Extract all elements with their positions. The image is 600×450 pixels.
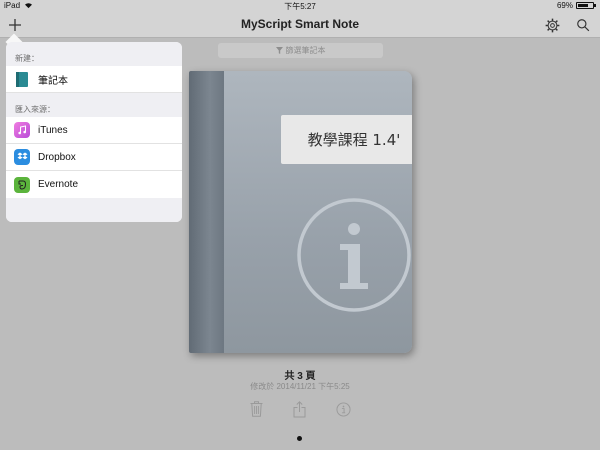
- battery-fill: [578, 4, 588, 7]
- page-indicator-dot: [297, 436, 302, 441]
- import-evernote-label: Evernote: [38, 179, 79, 190]
- notebook-icon: [14, 71, 30, 87]
- import-itunes-label: iTunes: [38, 124, 68, 136]
- status-bar: iPad 下午5:27 69%: [0, 0, 600, 12]
- status-right: 69%: [556, 1, 596, 10]
- delete-button[interactable]: [247, 400, 265, 418]
- info-icon: [297, 198, 411, 312]
- share-icon: [293, 400, 305, 417]
- notebook-spine: [189, 71, 224, 353]
- add-popover: 新建： 筆記本 匯入來源： iTunes Dropbox Evernote: [6, 42, 182, 222]
- new-notebook-label: 筆記本: [38, 75, 68, 87]
- dropbox-icon: [14, 149, 30, 165]
- popover-footer: [6, 198, 182, 222]
- info-button[interactable]: [334, 400, 352, 418]
- filter-icon: [275, 47, 283, 54]
- modified-date: 修改於 2014/11/21 下午5:25: [250, 382, 350, 391]
- notebook-cover-face: 教學課程 1.4': [224, 71, 412, 353]
- import-evernote-item[interactable]: Evernote: [6, 171, 182, 198]
- filter-label: 篩選筆記本: [285, 46, 326, 55]
- filter-notebooks-bar[interactable]: 篩選筆記本: [218, 43, 383, 58]
- search-button[interactable]: [573, 15, 593, 35]
- trash-icon: [250, 401, 262, 417]
- import-dropbox-item[interactable]: Dropbox: [6, 144, 182, 171]
- search-icon: [577, 19, 590, 32]
- info-icon: [335, 401, 351, 417]
- itunes-icon: [14, 122, 30, 138]
- import-itunes-item[interactable]: iTunes: [6, 117, 182, 144]
- status-time: 下午5:27: [284, 2, 316, 11]
- notebook-cover[interactable]: 教學課程 1.4': [189, 71, 412, 353]
- gear-icon: [545, 18, 559, 32]
- app-title: MyScript Smart Note: [240, 17, 360, 31]
- notebook-title: 教學課程 1.4': [281, 115, 412, 164]
- battery-percent: 69%: [556, 1, 573, 10]
- share-button[interactable]: [290, 400, 308, 418]
- new-notebook-item[interactable]: 筆記本: [6, 66, 182, 93]
- battery-icon: [576, 2, 596, 9]
- page-count: 共 3 頁: [284, 371, 316, 382]
- import-section-label: 匯入來源：: [6, 93, 182, 117]
- import-dropbox-label: Dropbox: [38, 151, 76, 163]
- nav-bar: MyScript Smart Note: [0, 12, 600, 38]
- evernote-icon: [14, 176, 30, 193]
- new-section-label: 新建：: [6, 42, 182, 66]
- settings-button[interactable]: [542, 15, 562, 35]
